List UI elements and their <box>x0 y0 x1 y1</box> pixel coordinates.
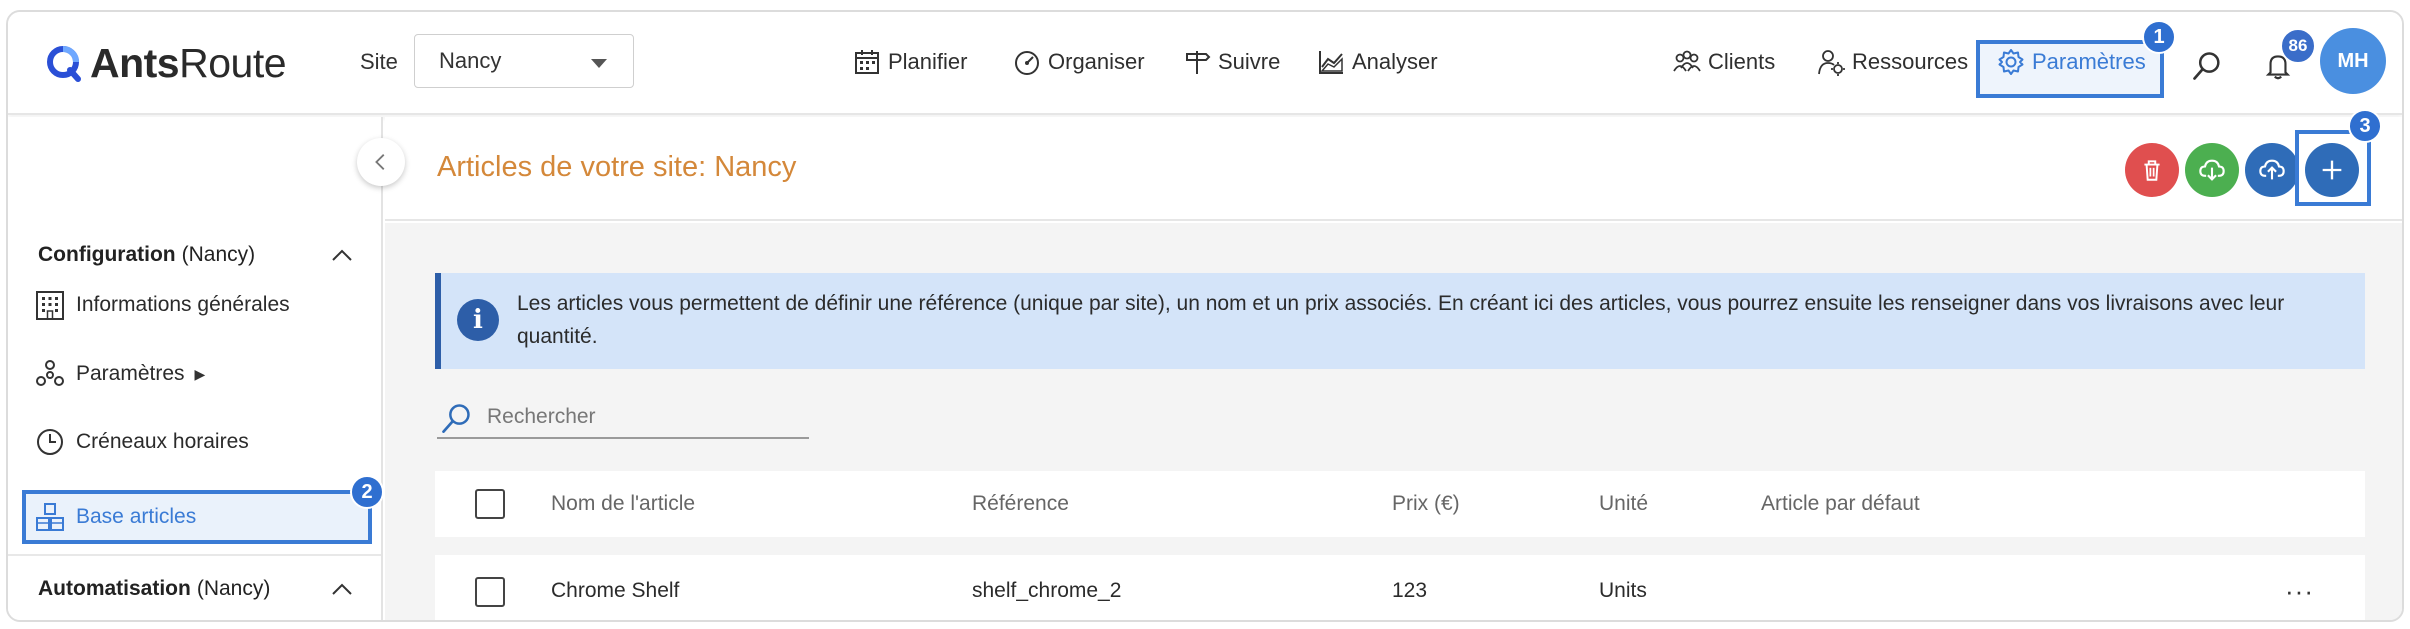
logo-text: AntsRoute <box>90 39 287 86</box>
site-select[interactable]: Nancy <box>414 34 634 88</box>
main-content: i Les articles vous permettent de défini… <box>385 223 2402 620</box>
cell-unit: Units <box>1599 579 1647 602</box>
nav-clients[interactable]: Clients <box>1672 42 1775 82</box>
top-bar: AntsRoute Site Nancy Planifier Organiser… <box>8 12 2402 115</box>
search-icon <box>2193 52 2220 80</box>
upload-button[interactable] <box>2245 143 2299 197</box>
step-marker-2: 2 <box>350 475 384 509</box>
column-header-nom[interactable]: Nom de l'article <box>551 471 695 537</box>
nav-clients-label: Clients <box>1708 49 1776 74</box>
nav-planifier[interactable]: Planifier <box>852 42 967 82</box>
more-options-icon[interactable]: ··· <box>2285 555 2314 620</box>
notification-count-badge: 86 <box>2280 28 2316 64</box>
nav-analyser[interactable]: Analyser <box>1316 42 1438 82</box>
sidebar-item-label: Informations générales <box>76 293 290 316</box>
nav-analyser-label: Analyser <box>1352 49 1438 74</box>
sidebar-item-informations-generales[interactable]: Informations générales <box>34 285 290 325</box>
site-label: Site <box>360 49 398 74</box>
chevron-up-icon <box>332 583 352 595</box>
cell-price: 123 <box>1392 579 1428 602</box>
nav-planifier-label: Planifier <box>888 49 968 74</box>
user-gear-icon <box>1818 50 1845 76</box>
chevron-up-icon <box>332 249 352 261</box>
sidebar-item-parametres[interactable]: Paramètres ▶ <box>34 354 205 394</box>
building-icon <box>36 291 64 320</box>
delete-button[interactable] <box>2125 143 2179 197</box>
boxes-icon <box>36 503 64 531</box>
page-title: Articles de votre site: Nancy <box>437 151 797 183</box>
antsroute-logo-icon <box>47 46 81 82</box>
sidebar-item-label: Base articles <box>76 505 197 528</box>
nav-parametres-label: Paramètres <box>2032 49 2146 74</box>
nav-organiser[interactable]: Organiser <box>1012 42 1145 82</box>
sidebar-item-label: Créneaux horaires <box>76 430 249 453</box>
signpost-icon <box>1186 51 1211 74</box>
select-all-checkbox[interactable] <box>475 489 505 519</box>
nav-ressources-label: Ressources <box>1852 49 1969 74</box>
users-icon <box>1673 50 1701 72</box>
app-logo[interactable]: AntsRoute <box>44 38 287 88</box>
table-row[interactable]: Chrome Shelf shelf_chrome_2 123 Units ··… <box>435 555 2365 620</box>
trash-icon <box>2144 160 2160 181</box>
add-article-button[interactable] <box>2305 143 2359 197</box>
info-text: Les articles vous permettent de définir … <box>517 292 2285 348</box>
nodes-icon <box>36 360 64 386</box>
info-icon: i <box>457 299 499 341</box>
column-header-article-par-defaut[interactable]: Article par défaut <box>1761 471 1920 537</box>
search-bar <box>437 391 809 439</box>
sidebar-section-automatisation[interactable]: Automatisation (Nancy) <box>38 574 352 604</box>
plus-icon <box>2322 160 2342 180</box>
cloud-download-icon <box>2199 159 2225 181</box>
nav-ressources[interactable]: Ressources <box>1816 42 1968 82</box>
app-window: AntsRoute Site Nancy Planifier Organiser… <box>6 10 2404 622</box>
sidebar-item-base-articles[interactable]: Base articles <box>34 497 196 537</box>
search-input[interactable] <box>487 401 797 433</box>
site-select-value: Nancy <box>439 48 502 73</box>
search-icon <box>442 404 470 433</box>
cloud-upload-icon <box>2259 159 2285 180</box>
submenu-arrow-icon: ▶ <box>194 365 206 382</box>
table-header: Nom de l'article Référence Prix (€) Unit… <box>435 471 2365 537</box>
sidebar-section-configuration[interactable]: Configuration (Nancy) <box>38 240 352 270</box>
cell-reference: shelf_chrome_2 <box>972 579 1122 602</box>
download-button[interactable] <box>2185 143 2239 197</box>
search-button[interactable] <box>2190 46 2230 86</box>
caret-down-icon <box>591 59 607 68</box>
user-avatar[interactable]: MH <box>2320 28 2386 94</box>
nav-suivre-label: Suivre <box>1218 49 1281 74</box>
chevron-left-icon <box>375 154 385 170</box>
column-header-prix[interactable]: Prix (€) <box>1392 471 1460 537</box>
step-marker-1: 1 <box>2142 20 2176 54</box>
clock-icon <box>37 429 63 455</box>
nav-organiser-label: Organiser <box>1048 49 1145 74</box>
sidebar: Configuration (Nancy) Informations généra… <box>8 117 384 620</box>
info-banner: i Les articles vous permettent de défini… <box>435 273 2365 369</box>
cell-name: Chrome Shelf <box>551 579 680 602</box>
gear-icon <box>1998 49 2024 75</box>
step-marker-3: 3 <box>2348 109 2382 143</box>
nav-parametres[interactable]: Paramètres <box>1996 42 2146 82</box>
sidebar-item-creneaux-horaires[interactable]: Créneaux horaires <box>34 422 249 462</box>
sidebar-divider <box>8 554 381 556</box>
column-header-unite[interactable]: Unité <box>1599 471 1648 537</box>
row-checkbox[interactable] <box>475 577 505 607</box>
calendar-icon <box>855 50 879 74</box>
column-header-reference[interactable]: Référence <box>972 471 1069 537</box>
sidebar-item-label: Paramètres <box>76 362 185 385</box>
nav-suivre[interactable]: Suivre <box>1182 42 1280 82</box>
speedometer-icon <box>1015 51 1039 75</box>
sidebar-collapse-button[interactable] <box>357 138 405 186</box>
page-header: Articles de votre site: Nancy 3 <box>385 109 2402 221</box>
line-chart-icon <box>1319 51 1343 74</box>
